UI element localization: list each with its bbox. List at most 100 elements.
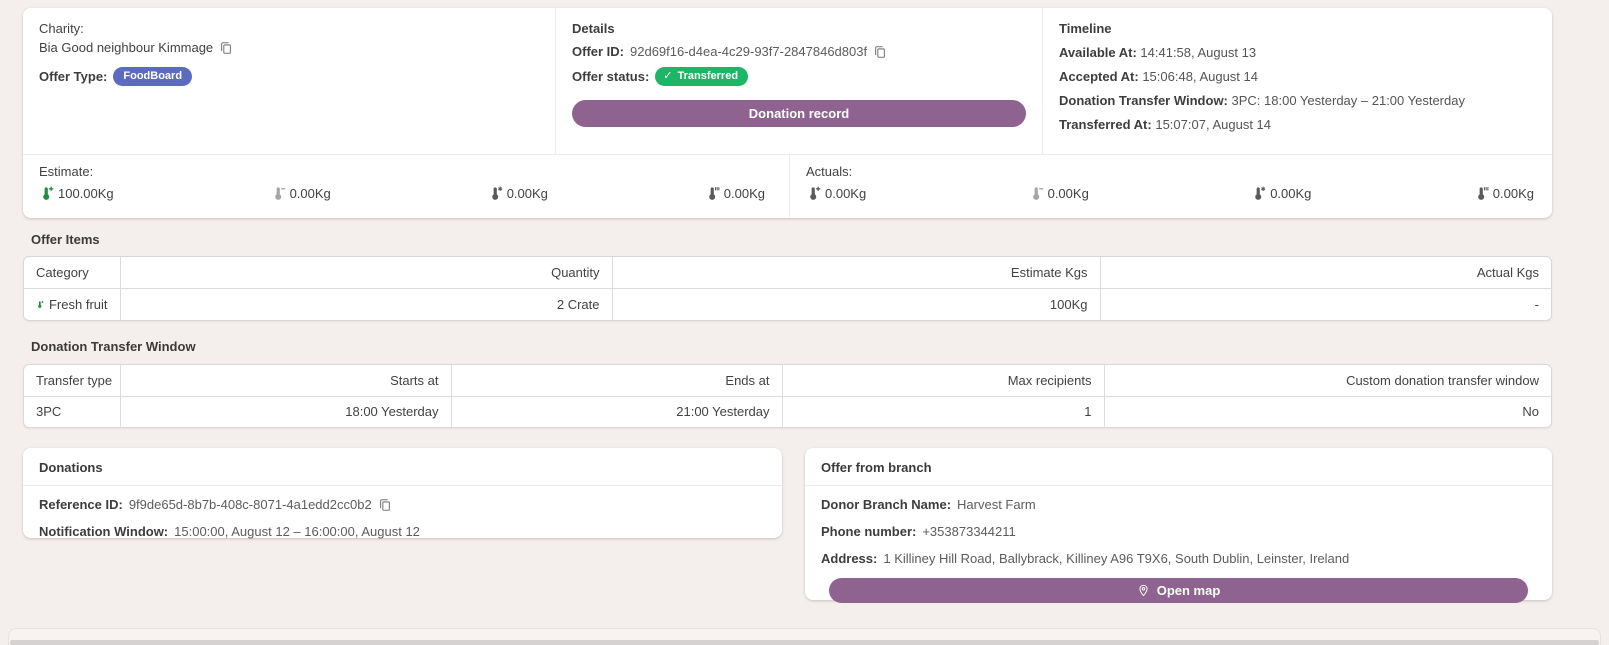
actuals-chilled-value: 0.00Kg	[1048, 186, 1089, 201]
actual-kgs-cell: -	[1100, 288, 1551, 320]
horizontal-scrollbar[interactable]	[10, 640, 1599, 645]
timeline-row-accepted: Accepted At: 15:06:48, August 14	[1059, 69, 1536, 84]
thermometer-hot-icon	[705, 186, 720, 201]
notification-window-label: Notification Window:	[39, 524, 168, 539]
address-row: Address: 1 Killiney Hill Road, Ballybrac…	[821, 551, 1536, 566]
donor-branch-label: Donor Branch Name:	[821, 497, 951, 512]
estimate-ambient: 100.00Kg	[39, 186, 114, 201]
table-row: Fresh fruit 2 Crate 100Kg -	[24, 288, 1551, 320]
donations-title: Donations	[23, 448, 782, 486]
charity-panel: Charity: Bia Good neighbour Kimmage Offe…	[23, 8, 556, 154]
accepted-at-label: Accepted At:	[1059, 69, 1139, 84]
thermometer-ambient-icon	[39, 186, 54, 201]
custom-window-cell: No	[1104, 396, 1551, 427]
copy-icon	[378, 498, 392, 512]
estimate-frozen: 0.00Kg	[488, 186, 548, 201]
transfer-window-header-row: Transfer type Starts at Ends at Max reci…	[24, 365, 1551, 396]
offer-type-label: Offer Type:	[39, 69, 107, 84]
thermometer-chilled-icon	[271, 186, 286, 201]
estimate-ambient-value: 100.00Kg	[58, 186, 114, 201]
thermometer-ambient-icon	[36, 297, 44, 312]
timeline-title: Timeline	[1059, 21, 1536, 36]
transfer-window-label: Donation Transfer Window:	[1059, 93, 1228, 108]
available-at-value: 14:41:58, August 13	[1140, 45, 1256, 60]
estimate-label: Estimate:	[39, 164, 765, 179]
address-label: Address:	[821, 551, 877, 566]
available-at-label: Available At:	[1059, 45, 1137, 60]
offer-type-badge: FoodBoard	[113, 67, 192, 86]
offer-items-header-row: Category Quantity Estimate Kgs Actual Kg…	[24, 257, 1551, 288]
notification-window-value: 15:00:00, August 12 – 16:00:00, August 1…	[174, 524, 420, 539]
thermometer-frozen-icon	[1251, 186, 1266, 201]
copy-charity-name-button[interactable]	[219, 41, 233, 55]
estimate-chilled: 0.00Kg	[271, 186, 331, 201]
ends-at-cell: 21:00 Yesterday	[451, 396, 782, 427]
reference-id-label: Reference ID:	[39, 497, 123, 512]
charity-label: Charity:	[39, 21, 539, 36]
details-panel: Details Offer ID: 92d69f16-d4ea-4c29-93f…	[556, 8, 1043, 154]
map-pin-icon	[1137, 584, 1150, 597]
timeline-row-transferred: Transferred At: 15:07:07, August 14	[1059, 117, 1536, 132]
donation-record-button[interactable]: Donation record	[572, 100, 1026, 127]
branch-title: Offer from branch	[805, 448, 1552, 486]
offer-items-table: Category Quantity Estimate Kgs Actual Kg…	[23, 256, 1552, 321]
details-title: Details	[572, 21, 1026, 36]
thermometer-hot-icon	[1474, 186, 1489, 201]
offer-items-title: Offer Items	[31, 232, 100, 247]
category-cell: Fresh fruit	[36, 289, 108, 320]
col-category: Category	[24, 257, 120, 288]
estimate-hot: 0.00Kg	[705, 186, 765, 201]
copy-icon	[219, 41, 233, 55]
branch-card: Offer from branch Donor Branch Name: Har…	[805, 448, 1552, 600]
offer-details-page: Charity: Bia Good neighbour Kimmage Offe…	[0, 0, 1609, 645]
summary-columns: Charity: Bia Good neighbour Kimmage Offe…	[23, 8, 1552, 155]
thermometer-chilled-icon	[1029, 186, 1044, 201]
col-ends-at: Ends at	[451, 365, 782, 396]
donor-branch-row: Donor Branch Name: Harvest Farm	[821, 497, 1536, 512]
actuals-hot-value: 0.00Kg	[1493, 186, 1534, 201]
copy-offer-id-button[interactable]	[873, 45, 887, 59]
estimate-hot-value: 0.00Kg	[724, 186, 765, 201]
transferred-at-label: Transferred At:	[1059, 117, 1152, 132]
category-value: Fresh fruit	[49, 297, 108, 312]
timeline-row-available: Available At: 14:41:58, August 13	[1059, 45, 1536, 60]
thermometer-frozen-icon	[488, 186, 503, 201]
copy-reference-id-button[interactable]	[378, 498, 392, 512]
phone-value: +353873344211	[922, 524, 1015, 539]
offer-summary-card: Charity: Bia Good neighbour Kimmage Offe…	[23, 8, 1552, 218]
donor-branch-value: Harvest Farm	[957, 497, 1036, 512]
actuals-panel: Actuals: 0.00Kg 0.00Kg 0.00Kg	[790, 155, 1552, 217]
transfer-type-cell: 3PC	[24, 396, 120, 427]
starts-at-cell: 18:00 Yesterday	[120, 396, 451, 427]
actuals-hot: 0.00Kg	[1474, 186, 1534, 201]
transferred-at-value: 15:07:07, August 14	[1155, 117, 1271, 132]
timeline-panel: Timeline Available At: 14:41:58, August …	[1043, 8, 1552, 154]
charity-name: Bia Good neighbour Kimmage	[39, 40, 213, 55]
estimate-panel: Estimate: 100.00Kg 0.00Kg 0.00Kg	[23, 155, 790, 217]
offer-status-badge: ✓ Transferred	[655, 67, 748, 86]
reference-id-row: Reference ID: 9f9de65d-8b7b-408c-8071-4a…	[39, 497, 766, 512]
transfer-window-title: Donation Transfer Window	[31, 339, 196, 354]
col-quantity: Quantity	[120, 257, 612, 288]
accepted-at-value: 15:06:48, August 14	[1142, 69, 1258, 84]
table-row: 3PC 18:00 Yesterday 21:00 Yesterday 1 No	[24, 396, 1551, 427]
offer-status-label: Offer status:	[572, 69, 649, 84]
col-actual-kgs: Actual Kgs	[1100, 257, 1551, 288]
weights-strip: Estimate: 100.00Kg 0.00Kg 0.00Kg	[23, 155, 1552, 217]
actuals-ambient-value: 0.00Kg	[825, 186, 866, 201]
actuals-ambient: 0.00Kg	[806, 186, 866, 201]
copy-icon	[873, 45, 887, 59]
actuals-label: Actuals:	[806, 164, 1534, 179]
max-recipients-cell: 1	[782, 396, 1104, 427]
estimate-chilled-value: 0.00Kg	[290, 186, 331, 201]
donations-card: Donations Reference ID: 9f9de65d-8b7b-40…	[23, 448, 782, 538]
transfer-window-table: Transfer type Starts at Ends at Max reci…	[23, 364, 1552, 428]
open-map-label: Open map	[1157, 583, 1221, 598]
open-map-button[interactable]: Open map	[829, 578, 1528, 603]
offer-id-value: 92d69f16-d4ea-4c29-93f7-2847846d803f	[630, 44, 867, 59]
actuals-frozen: 0.00Kg	[1251, 186, 1311, 201]
address-value: 1 Killiney Hill Road, Ballybrack, Killin…	[883, 551, 1349, 566]
col-max-recipients: Max recipients	[782, 365, 1104, 396]
col-transfer-type: Transfer type	[24, 365, 120, 396]
offer-id-label: Offer ID:	[572, 44, 624, 59]
